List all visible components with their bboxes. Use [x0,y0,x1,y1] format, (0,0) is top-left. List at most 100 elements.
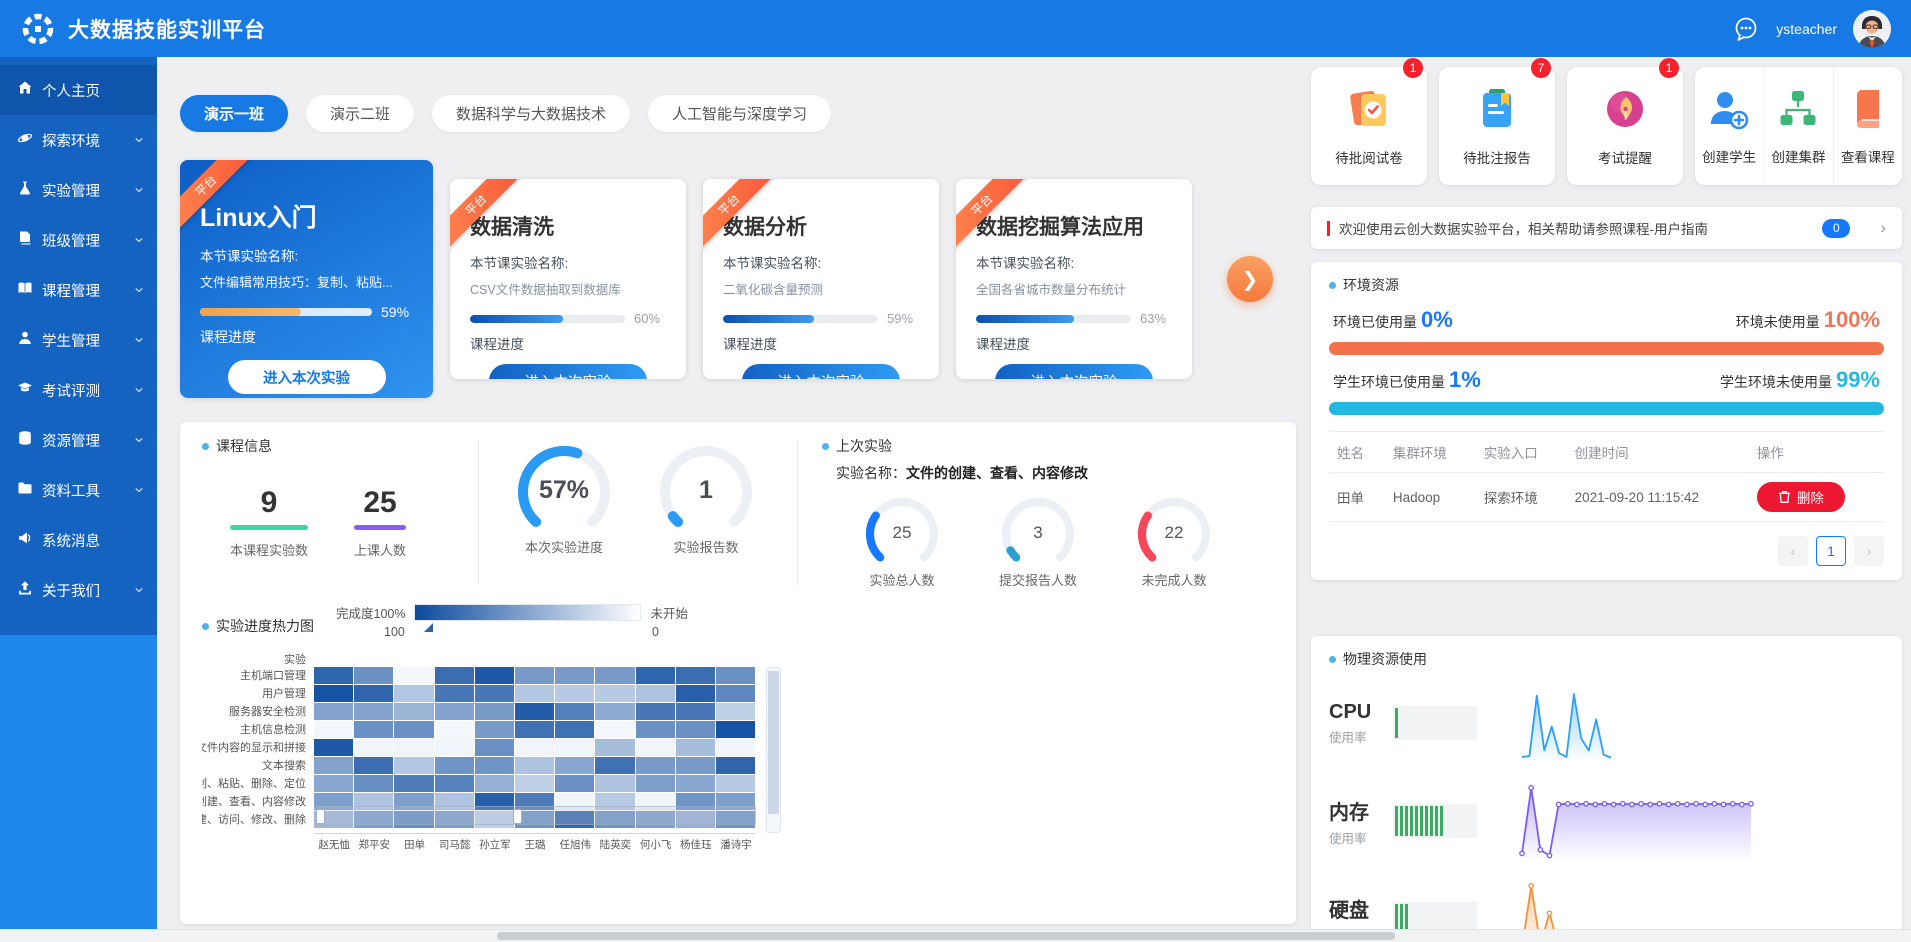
heatmap-cell[interactable] [354,667,393,684]
sidebar-item-courses[interactable]: 课程管理 [0,265,157,315]
heatmap-cell[interactable] [676,667,715,684]
avatar[interactable] [1853,10,1891,48]
sidebar-item-messages[interactable]: 系统消息 [0,515,157,565]
heatmap-cell[interactable] [515,775,554,792]
heatmap-cell[interactable] [435,721,474,738]
tab-class-3[interactable]: 数据科学与大数据技术 [432,95,630,132]
exam-reminder-card[interactable]: 1 考试提醒 [1567,67,1683,185]
enter-experiment-button[interactable]: 进入本次实验 [742,364,900,379]
heatmap-cell[interactable] [636,721,675,738]
heatmap-cell[interactable] [595,739,634,756]
course-card-mining[interactable]: 平台 数据挖掘算法应用 本节课实验名称: 全国各省城市数量分布统计 63% 课程… [956,179,1192,379]
heatmap-cell[interactable] [354,757,393,774]
heatmap-cell[interactable] [394,685,433,702]
heatmap-cell[interactable] [314,739,353,756]
heatmap-cell[interactable] [676,757,715,774]
heatmap-cell[interactable] [595,703,634,720]
heatmap-cell[interactable] [716,685,755,702]
heatmap-cell[interactable] [354,685,393,702]
heatmap-cell[interactable] [636,775,675,792]
heatmap-cell[interactable] [475,667,514,684]
heatmap-cell[interactable] [394,757,433,774]
heatmap-cell[interactable] [595,775,634,792]
course-card-cleaning[interactable]: 平台 数据清洗 本节课实验名称: CSV文件数据抽取到数据库 60% 课程进度 … [450,179,686,379]
heatmap-cell[interactable] [475,775,514,792]
heatmap-cell[interactable] [475,757,514,774]
heatmap-horizontal-scrollbar[interactable] [314,806,756,825]
heatmap-cell[interactable] [435,685,474,702]
heatmap-cell[interactable] [314,685,353,702]
cell-entry[interactable]: 探索环境 [1476,473,1567,522]
prev-page-button[interactable]: ‹ [1778,536,1808,566]
heatmap-cell[interactable] [515,721,554,738]
chevron-right-icon[interactable]: › [1880,218,1886,238]
pending-reports-card[interactable]: 7 待批注报告 [1439,67,1555,185]
current-page-button[interactable]: 1 [1816,536,1846,566]
delete-button[interactable]: 删除 [1757,482,1845,512]
heatmap-cell[interactable] [716,739,755,756]
heatmap-cell[interactable] [475,739,514,756]
sidebar-item-about[interactable]: 关于我们 [0,565,157,615]
sidebar-item-exams[interactable]: 考试评测 [0,365,157,415]
enter-experiment-button[interactable]: 进入本次实验 [489,364,647,379]
course-card-linux[interactable]: 平台 Linux入门 本节课实验名称: 文件编辑常用技巧：复制、粘贴... 59… [180,160,433,398]
heatmap-cell[interactable] [354,739,393,756]
notice-bar[interactable]: 欢迎使用云创大数据实验平台，相关帮助请参照课程-用户指南 0 › [1311,207,1902,249]
sidebar-item-home[interactable]: 个人主页 [0,65,157,115]
scrollbar-thumb[interactable] [497,932,1395,940]
next-page-button[interactable]: › [1854,536,1884,566]
heatmap-cell[interactable] [716,757,755,774]
heatmap-vertical-scrollbar[interactable] [766,667,781,833]
sidebar-item-explore[interactable]: 探索环境 [0,115,157,165]
sidebar-item-tools[interactable]: 资料工具 [0,465,157,515]
tab-class-1[interactable]: 演示一班 [180,95,288,132]
heatmap-cell[interactable] [314,703,353,720]
enter-experiment-button[interactable]: 进入本次实验 [228,360,386,394]
heatmap-cell[interactable] [636,757,675,774]
course-card-analysis[interactable]: 平台 数据分析 本节课实验名称: 二氧化碳含量预测 59% 课程进度 进入本次实… [703,179,939,379]
legend-handle-icon[interactable] [424,623,433,632]
heatmap-cell[interactable] [394,703,433,720]
heatmap-cell[interactable] [716,667,755,684]
heatmap-cell[interactable] [636,703,675,720]
create-cluster-action[interactable]: 创建集群 [1763,67,1832,185]
heatmap-cell[interactable] [716,721,755,738]
view-course-action[interactable]: 查看课程 [1833,67,1902,185]
heatmap-cell[interactable] [555,757,594,774]
heatmap-cell[interactable] [394,775,433,792]
heatmap-cell[interactable] [555,739,594,756]
sidebar-item-resources[interactable]: 资源管理 [0,415,157,465]
enter-experiment-button[interactable]: 进入本次实验 [995,364,1153,379]
messages-icon[interactable] [1732,15,1760,43]
heatmap-cell[interactable] [394,739,433,756]
heatmap-cell[interactable] [314,667,353,684]
heatmap-cell[interactable] [435,739,474,756]
heatmap-cell[interactable] [435,703,474,720]
carousel-next-button[interactable]: ❯ [1227,256,1273,302]
heatmap-cell[interactable] [314,757,353,774]
create-student-action[interactable]: 创建学生 [1695,67,1763,185]
heatmap-cell[interactable] [435,667,474,684]
heatmap-cell[interactable] [354,775,393,792]
slider-handle[interactable] [316,809,325,824]
heatmap-cell[interactable] [515,757,554,774]
heatmap-cell[interactable] [314,721,353,738]
heatmap-cell[interactable] [394,721,433,738]
heatmap-cell[interactable] [354,703,393,720]
sidebar-item-experiments[interactable]: 实验管理 [0,165,157,215]
pending-exams-card[interactable]: 1 待批阅试卷 [1311,67,1427,185]
heatmap-cell[interactable] [515,667,554,684]
sidebar-item-classes[interactable]: 班级管理 [0,215,157,265]
tab-class-2[interactable]: 演示二班 [306,95,414,132]
heatmap-cell[interactable] [555,721,594,738]
heatmap-cell[interactable] [555,685,594,702]
heatmap-cell[interactable] [595,757,634,774]
heatmap-cell[interactable] [475,703,514,720]
heatmap-cell[interactable] [676,703,715,720]
heatmap-cell[interactable] [716,775,755,792]
heatmap-cell[interactable] [595,721,634,738]
sidebar-item-students[interactable]: 学生管理 [0,315,157,365]
page-horizontal-scrollbar[interactable] [0,929,1911,942]
heatmap-cell[interactable] [515,739,554,756]
heatmap-cell[interactable] [636,667,675,684]
